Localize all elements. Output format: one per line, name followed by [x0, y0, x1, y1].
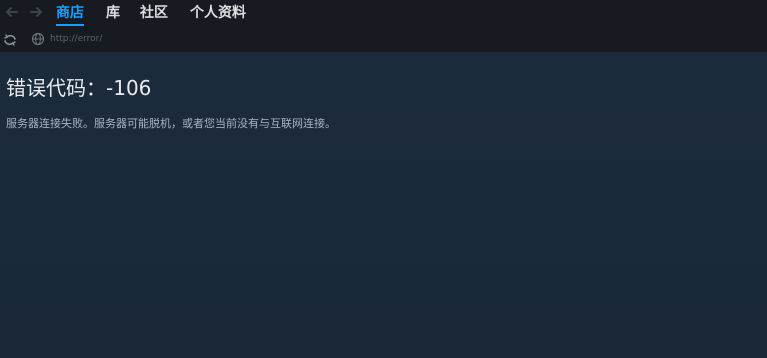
arrow-right-icon — [30, 7, 42, 17]
forward-button[interactable] — [28, 3, 44, 21]
error-message: 服务器连接失败。服务器可能脱机，或者您当前没有与互联网连接。 — [6, 117, 336, 130]
error-code-title: 错误代码：-106 — [6, 76, 152, 100]
top-navigation-bar: 商店 库 社区 个人资料 — [0, 0, 767, 28]
arrow-left-icon — [6, 7, 18, 17]
url-text[interactable]: http://error/ — [50, 33, 102, 45]
reload-icon[interactable] — [2, 32, 18, 48]
error-page-content: 错误代码：-106 服务器连接失败。服务器可能脱机，或者您当前没有与互联网连接。 — [0, 52, 767, 358]
back-button[interactable] — [4, 3, 20, 21]
tab-library[interactable]: 库 — [106, 3, 120, 23]
tab-community[interactable]: 社区 — [140, 3, 168, 23]
url-bar: http://error/ — [0, 28, 767, 52]
tab-profile[interactable]: 个人资料 — [190, 3, 246, 23]
tab-store[interactable]: 商店 — [56, 3, 84, 26]
globe-icon — [31, 32, 45, 46]
